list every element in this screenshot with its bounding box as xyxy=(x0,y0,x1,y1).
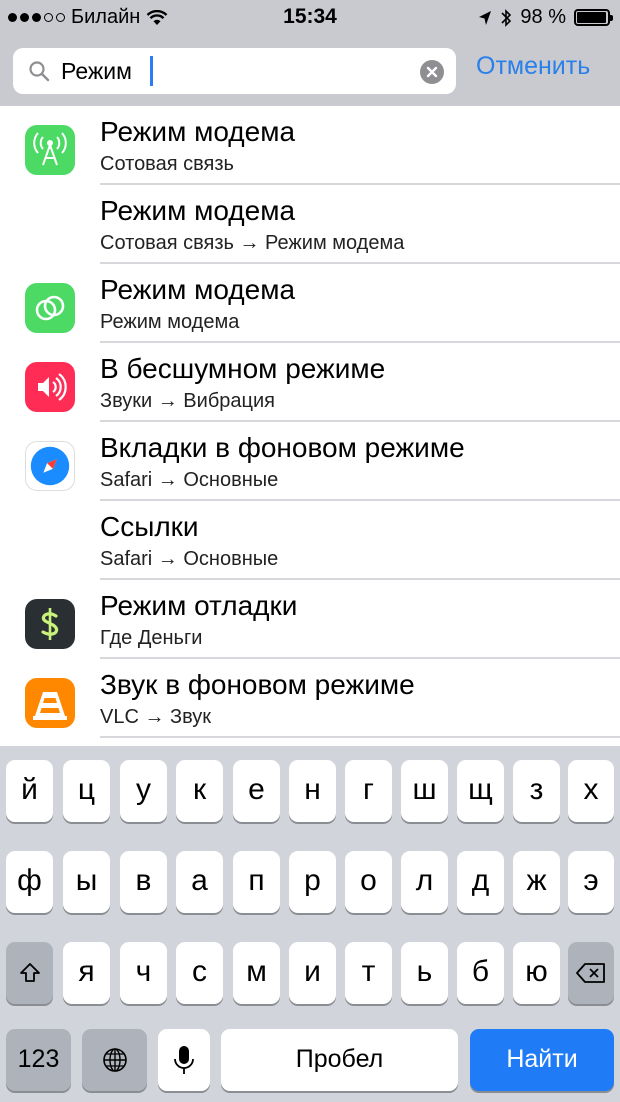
globe-icon xyxy=(102,1048,127,1072)
result-row[interactable]: Режим отладки Где Деньги xyxy=(0,580,620,659)
keyboard: й ц у к е н г ш щ з х ф ы в а п р о л д … xyxy=(0,746,620,1102)
key[interactable]: т xyxy=(345,942,392,1004)
key[interactable]: ю xyxy=(513,942,560,1004)
space-key[interactable]: Пробел xyxy=(221,1029,458,1091)
bluetooth-icon xyxy=(501,8,512,27)
key[interactable]: ц xyxy=(63,760,110,822)
result-row[interactable]: Ссылки Safari → Основные xyxy=(0,501,620,580)
cancel-button[interactable]: Отменить xyxy=(476,52,590,81)
status-right: 98 % xyxy=(478,6,613,29)
result-row[interactable]: Режим модема Сотовая связь xyxy=(0,106,620,185)
result-row[interactable]: Звук в фоновом режиме VLC → Звук xyxy=(0,659,620,738)
key[interactable]: г xyxy=(345,760,392,822)
key[interactable]: б xyxy=(457,942,504,1004)
result-path: VLC → Звук xyxy=(100,706,212,728)
key[interactable]: ь xyxy=(401,942,448,1004)
hotspot-icon xyxy=(25,283,75,333)
key[interactable]: у xyxy=(120,760,167,822)
key[interactable]: х xyxy=(568,760,614,822)
result-title: В бесшумном режиме xyxy=(100,353,386,384)
result-title: Режим модема xyxy=(100,116,296,147)
location-arrow-icon xyxy=(479,10,492,25)
key[interactable]: а xyxy=(176,851,223,913)
sounds-icon xyxy=(25,362,75,412)
shift-key[interactable] xyxy=(6,942,53,1004)
result-path: Safari → Основные xyxy=(100,548,279,570)
dollar-app-icon xyxy=(25,599,75,649)
key[interactable]: п xyxy=(233,851,280,913)
search-bar: Отменить xyxy=(0,36,620,106)
result-path: Сотовая связь xyxy=(100,153,234,175)
search-results-list: Режим модема Сотовая связь Режим модема … xyxy=(0,106,620,746)
key[interactable]: р xyxy=(289,851,336,913)
key[interactable]: н xyxy=(289,760,336,822)
key[interactable]: е xyxy=(233,760,280,822)
shift-icon xyxy=(19,963,40,982)
vlc-icon xyxy=(25,678,75,728)
key[interactable]: м xyxy=(233,942,280,1004)
battery-fill xyxy=(577,12,607,23)
battery-icon xyxy=(574,9,613,26)
key[interactable]: ы xyxy=(63,851,110,913)
text-cursor xyxy=(150,56,153,86)
result-path: Звуки → Вибрация xyxy=(100,390,275,412)
status-bar: Билайн 15:34 98 % xyxy=(0,0,620,36)
result-title: Вкладки в фоновом режиме xyxy=(100,432,465,463)
result-title: Звук в фоновом режиме xyxy=(100,669,415,700)
result-title: Ссылки xyxy=(100,511,199,542)
clear-icon xyxy=(426,66,438,78)
result-title: Режим модема xyxy=(100,195,296,226)
key[interactable]: к xyxy=(176,760,223,822)
key[interactable]: в xyxy=(120,851,167,913)
result-path: Сотовая связь → Режим модема xyxy=(100,232,405,254)
result-title: Режим отладки xyxy=(100,590,298,621)
result-path: Режим модема xyxy=(100,311,240,333)
key[interactable]: л xyxy=(401,851,448,913)
key[interactable]: ч xyxy=(120,942,167,1004)
search-input[interactable] xyxy=(61,54,411,88)
battery-percent: 98 % xyxy=(520,6,566,28)
result-row[interactable]: Режим модема Режим модема xyxy=(0,264,620,343)
key[interactable]: щ xyxy=(457,760,504,822)
numbers-key[interactable]: 123 xyxy=(6,1029,71,1091)
result-title: Режим модема xyxy=(100,274,296,305)
globe-key[interactable] xyxy=(82,1029,147,1091)
key[interactable]: и xyxy=(289,942,336,1004)
key[interactable]: э xyxy=(568,851,614,913)
cellular-icon xyxy=(25,125,75,175)
key[interactable]: ф xyxy=(6,851,53,913)
result-row[interactable]: Режим модема Сотовая связь → Режим модем… xyxy=(0,185,620,264)
key[interactable]: ж xyxy=(513,851,560,913)
search-icon xyxy=(29,61,50,82)
clear-search-button[interactable] xyxy=(420,60,444,84)
safari-icon xyxy=(25,441,75,491)
divider xyxy=(100,736,620,738)
result-row[interactable]: Вкладки в фоновом режиме Safari → Основн… xyxy=(0,422,620,501)
backspace-key[interactable] xyxy=(568,942,614,1004)
key[interactable]: й xyxy=(6,760,53,822)
search-field[interactable] xyxy=(13,48,456,94)
dictation-key[interactable] xyxy=(158,1029,210,1091)
result-row[interactable]: В бесшумном режиме Звуки → Вибрация xyxy=(0,343,620,422)
result-path: Где Деньги xyxy=(100,627,203,649)
key[interactable]: я xyxy=(63,942,110,1004)
backspace-icon xyxy=(576,963,605,983)
key[interactable]: з xyxy=(513,760,560,822)
key[interactable]: о xyxy=(345,851,392,913)
key[interactable]: ш xyxy=(401,760,448,822)
key[interactable]: с xyxy=(176,942,223,1004)
result-path: Safari → Основные xyxy=(100,469,279,491)
search-key[interactable]: Найти xyxy=(470,1029,614,1091)
microphone-icon xyxy=(174,1046,194,1074)
key[interactable]: д xyxy=(457,851,504,913)
